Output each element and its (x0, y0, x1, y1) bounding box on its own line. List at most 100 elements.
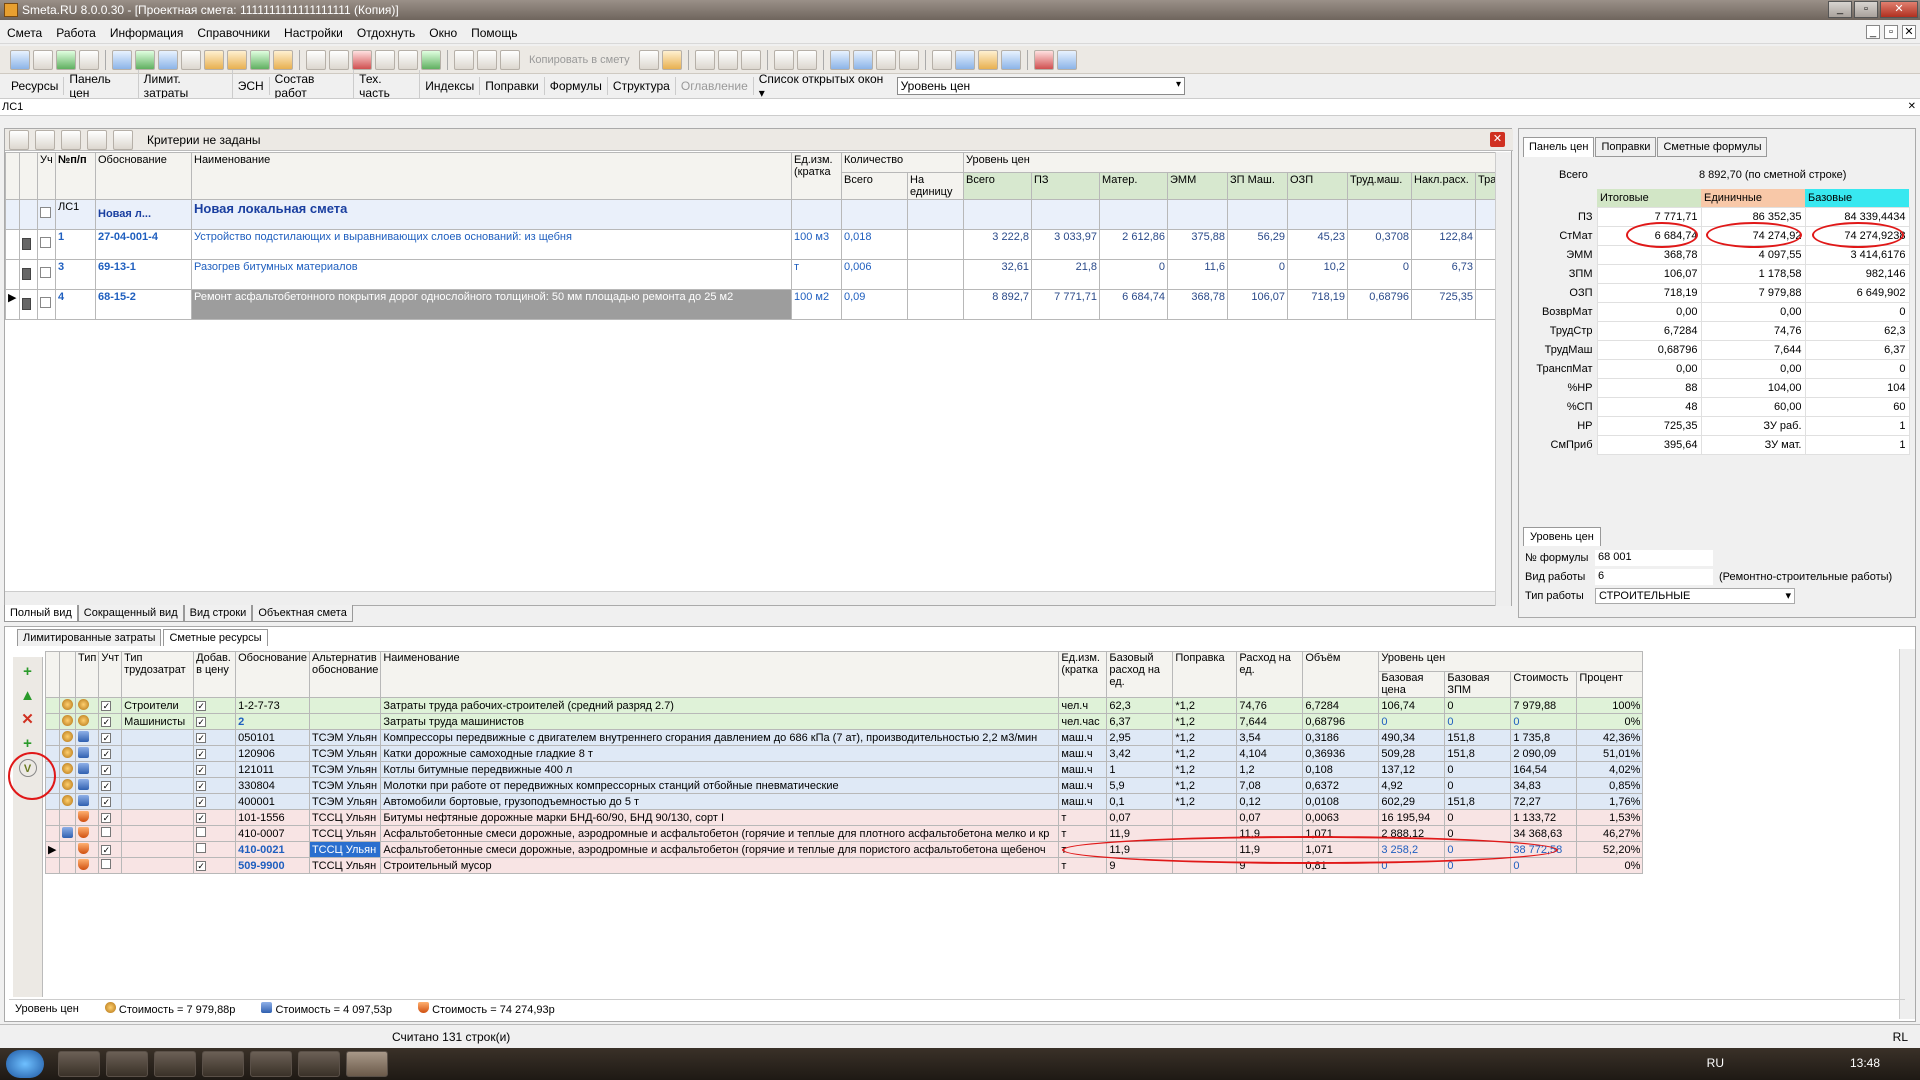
row-add-price-cell[interactable] (193, 825, 237, 842)
tray-language[interactable]: RU (1707, 1056, 1724, 1070)
toolbar-icon[interactable] (875, 49, 896, 70)
row-checkbox[interactable] (40, 297, 51, 308)
header-ed[interactable]: Ед.изм. (кратка (1058, 651, 1108, 698)
add-price-checkbox[interactable]: ✓ (196, 764, 207, 775)
header-naim[interactable]: Наименование (380, 651, 1060, 698)
app-icon[interactable] (154, 1051, 196, 1077)
toolbar-icon[interactable] (1033, 49, 1054, 70)
machine-icon[interactable] (954, 49, 975, 70)
close-button[interactable]: ✕ (1880, 1, 1918, 18)
price-value[interactable]: 0,00 (1700, 301, 1806, 322)
price-value[interactable]: 60 (1804, 396, 1910, 417)
tab-estimate-formulas[interactable]: Сметные формулы (1657, 137, 1768, 157)
redo-icon[interactable] (181, 49, 201, 70)
row-add-price-cell[interactable] (193, 841, 237, 858)
close-icon[interactable]: ✕ (1490, 132, 1505, 147)
table-row-selected[interactable]: ▶ 4 68-15-2 Ремонт асфальтобетонного пок… (5, 289, 1500, 320)
header-obos[interactable]: Обоснование (95, 152, 192, 200)
price-value[interactable]: 1 (1804, 415, 1910, 436)
tab-price-panel[interactable]: Панель цен (1523, 137, 1595, 157)
row-add-price-cell[interactable]: ✓ (193, 857, 237, 874)
row-check-cell[interactable]: ✓ (98, 777, 123, 794)
tab-esn[interactable]: ЭСН (233, 77, 270, 95)
row-add-price-cell[interactable]: ✓ (193, 793, 237, 810)
app-icon[interactable] (298, 1051, 340, 1077)
price-value[interactable]: 0,68796 (1596, 339, 1702, 360)
price-value[interactable]: 6,7284 (1596, 320, 1702, 341)
row-checkbox[interactable]: ✓ (101, 764, 112, 775)
toolbar-icon[interactable] (773, 49, 794, 70)
table-row[interactable]: 1 27-04-001-4 Устройство подстилающих и … (5, 229, 1500, 260)
explorer-icon[interactable] (58, 1051, 100, 1077)
header-lv-total[interactable]: Всего (963, 172, 1032, 200)
outdent-icon[interactable] (852, 49, 873, 70)
price-value[interactable]: ЗУ раб. (1700, 415, 1806, 436)
toolbar-icon[interactable] (227, 49, 247, 70)
add-price-checkbox[interactable]: ✓ (196, 796, 207, 807)
row-checkbox[interactable]: ✓ (101, 796, 112, 807)
print-icon[interactable] (306, 49, 326, 70)
price-value[interactable]: 62,3 (1804, 320, 1910, 341)
price-value[interactable]: 7 979,88 (1700, 282, 1806, 303)
horizontal-scrollbar[interactable] (5, 591, 1495, 605)
menu-window[interactable]: Окно (422, 26, 464, 40)
toolbar-icon[interactable] (796, 49, 817, 70)
header-base-price[interactable]: Базовая цена (1378, 671, 1446, 698)
header-lv-mater[interactable]: Матер. (1099, 172, 1168, 200)
tab-structure[interactable]: Структура (608, 77, 676, 95)
header-percent[interactable]: Процент (1576, 671, 1644, 698)
header-np[interactable]: №п/п (55, 152, 96, 200)
filter-icon[interactable] (113, 129, 133, 150)
row-check-cell[interactable] (37, 289, 56, 320)
printer-icon[interactable] (329, 49, 349, 70)
header-correction[interactable]: Поправка (1172, 651, 1238, 698)
header-rate[interactable]: Расход на ед. (1236, 651, 1304, 698)
price-value[interactable]: 106,07 (1596, 263, 1702, 284)
row-check-cell[interactable] (98, 857, 123, 874)
menu-settings[interactable]: Настройки (277, 26, 350, 40)
cut-icon[interactable] (454, 49, 474, 70)
start-button[interactable] (6, 1050, 44, 1078)
resource-row[interactable]: ✓ ✓ 101-1556 ТССЦ Ульян Битумы нефтяные … (45, 809, 1644, 826)
price-value[interactable]: 7,644 (1700, 339, 1806, 360)
find-icon[interactable] (79, 49, 99, 70)
row-check-cell[interactable] (37, 259, 56, 290)
header-naim[interactable]: Наименование (191, 152, 792, 200)
price-value[interactable]: 368,78 (1596, 244, 1702, 265)
row-check-cell[interactable] (37, 199, 56, 230)
tab-estimate-resources[interactable]: Сметные ресурсы (163, 629, 268, 646)
work-kind-field[interactable]: 6 (1595, 569, 1713, 585)
header-vsego[interactable]: Всего (841, 172, 908, 200)
resource-row[interactable]: ✓ ✓ 121011 ТСЭМ Ульян Котлы битумные пер… (45, 761, 1644, 778)
header-lv-emm[interactable]: ЭММ (1167, 172, 1228, 200)
toolbar-icon[interactable] (273, 49, 293, 70)
toolbar-icon[interactable] (250, 49, 270, 70)
price-value[interactable]: 725,35 (1596, 415, 1702, 436)
add-price-checkbox[interactable]: ✓ (196, 812, 207, 823)
price-value[interactable]: 982,146 (1804, 263, 1910, 284)
maximize-button[interactable]: ▫ (1854, 1, 1878, 18)
row-add-price-cell[interactable]: ✓ (193, 777, 237, 794)
mdi-minimize-button[interactable]: _ (1866, 25, 1880, 39)
price-value[interactable]: 48 (1596, 396, 1702, 417)
toolbar-icon[interactable] (421, 49, 441, 70)
row-check-cell[interactable] (37, 229, 56, 260)
tab-indexes[interactable]: Индексы (420, 77, 481, 95)
toolbar-icon[interactable] (638, 49, 659, 70)
menu-help[interactable]: Помощь (464, 26, 524, 40)
row-checkbox[interactable]: ✓ (101, 700, 112, 711)
add-price-checkbox[interactable]: ✓ (196, 780, 207, 791)
chrome-icon[interactable] (250, 1051, 292, 1077)
header-base-rate[interactable]: Базовый расход на ед. (1106, 651, 1174, 698)
collapse-icon[interactable] (35, 129, 55, 150)
table-row[interactable]: 3 69-13-1 Разогрев битумных материалов т… (5, 259, 1500, 290)
header-price-level[interactable]: Уровень цен (1378, 651, 1644, 672)
row-checkbox[interactable]: ✓ (101, 732, 112, 743)
header-ed[interactable]: Ед.изм. (кратка (791, 152, 842, 200)
header-ut[interactable]: Уч (37, 152, 56, 200)
row-checkbox[interactable]: ✓ (101, 780, 112, 791)
indent-icon[interactable] (829, 49, 850, 70)
tab-short-view[interactable]: Сокращенный вид (77, 605, 184, 622)
row-add-price-cell[interactable]: ✓ (193, 745, 237, 762)
row-checkbox[interactable]: ✓ (101, 844, 112, 855)
